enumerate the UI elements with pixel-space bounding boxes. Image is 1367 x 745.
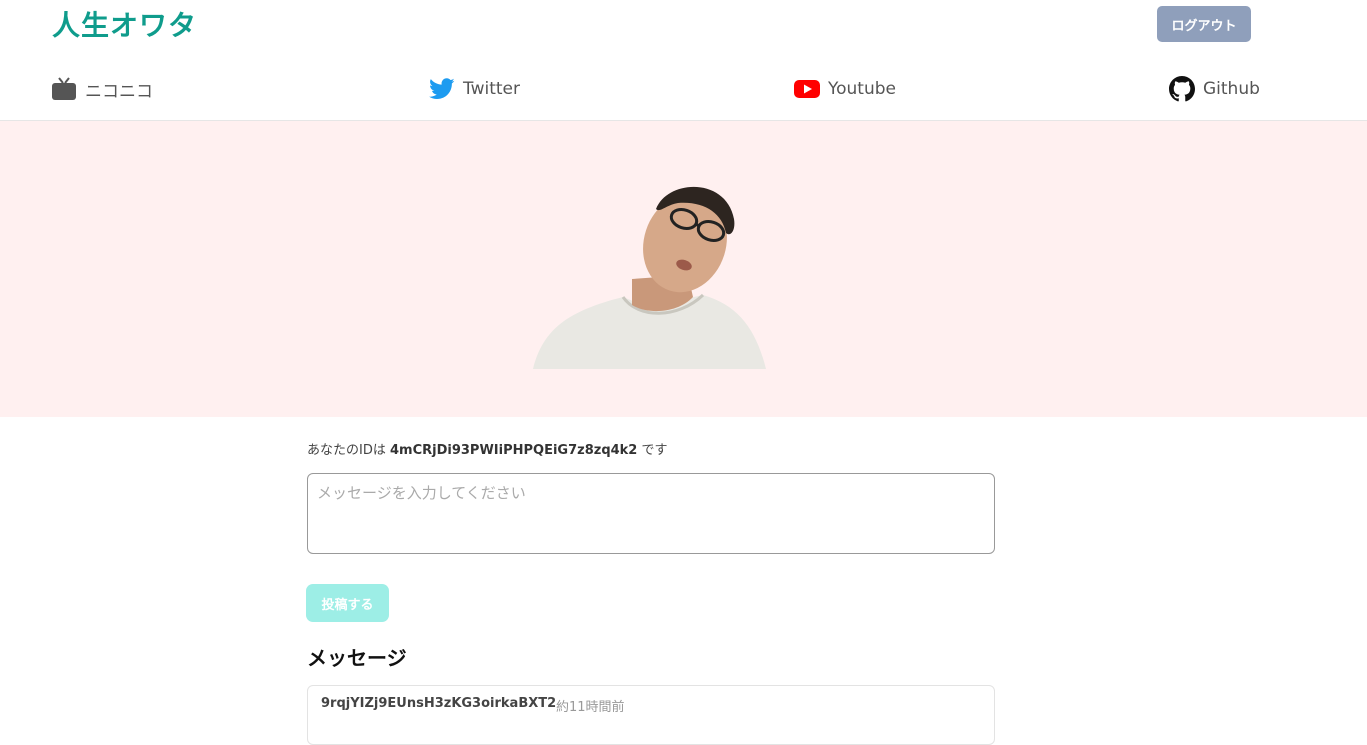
nav-item-youtube[interactable]: Youtube: [794, 74, 896, 104]
site-logo[interactable]: 人生オワタ: [52, 9, 197, 43]
message-card: 9rqjYIZj9EUnsH3zKG3oirkaBXT2 約11時間前: [307, 685, 995, 745]
message-author: 9rqjYIZj9EUnsH3zKG3oirkaBXT2: [321, 696, 557, 711]
github-icon: [1169, 76, 1195, 102]
nav-label: Youtube: [828, 79, 896, 99]
hero-person-image: [533, 186, 766, 369]
id-prefix: あなたのIDは: [307, 443, 386, 458]
post-button[interactable]: 投稿する: [306, 584, 389, 622]
hero-banner: [0, 121, 1367, 417]
nav-item-twitter[interactable]: Twitter: [429, 74, 520, 104]
youtube-icon: [794, 76, 820, 102]
nav-label: Twitter: [463, 79, 520, 99]
nav-label: ニコニコ: [85, 81, 153, 102]
messages-title: メッセージ: [307, 646, 407, 670]
nav-item-niconico[interactable]: ニコニコ: [51, 74, 153, 104]
user-id-line: あなたのIDは 4mCRjDi93PWIiPHPQEiG7z8zq4k2 です: [307, 441, 668, 461]
message-input[interactable]: [307, 473, 995, 554]
tv-icon: [51, 76, 77, 102]
message-time: 約11時間前: [556, 700, 625, 715]
nav-item-github[interactable]: Github: [1169, 74, 1260, 104]
logout-button[interactable]: ログアウト: [1157, 6, 1251, 42]
social-nav: ニコニコ Twitter Youtube Github: [0, 60, 1367, 121]
nav-label: Github: [1203, 79, 1260, 99]
id-suffix: です: [641, 443, 668, 458]
twitter-icon: [429, 76, 455, 102]
user-id-value: 4mCRjDi93PWIiPHPQEiG7z8zq4k2: [390, 443, 638, 458]
